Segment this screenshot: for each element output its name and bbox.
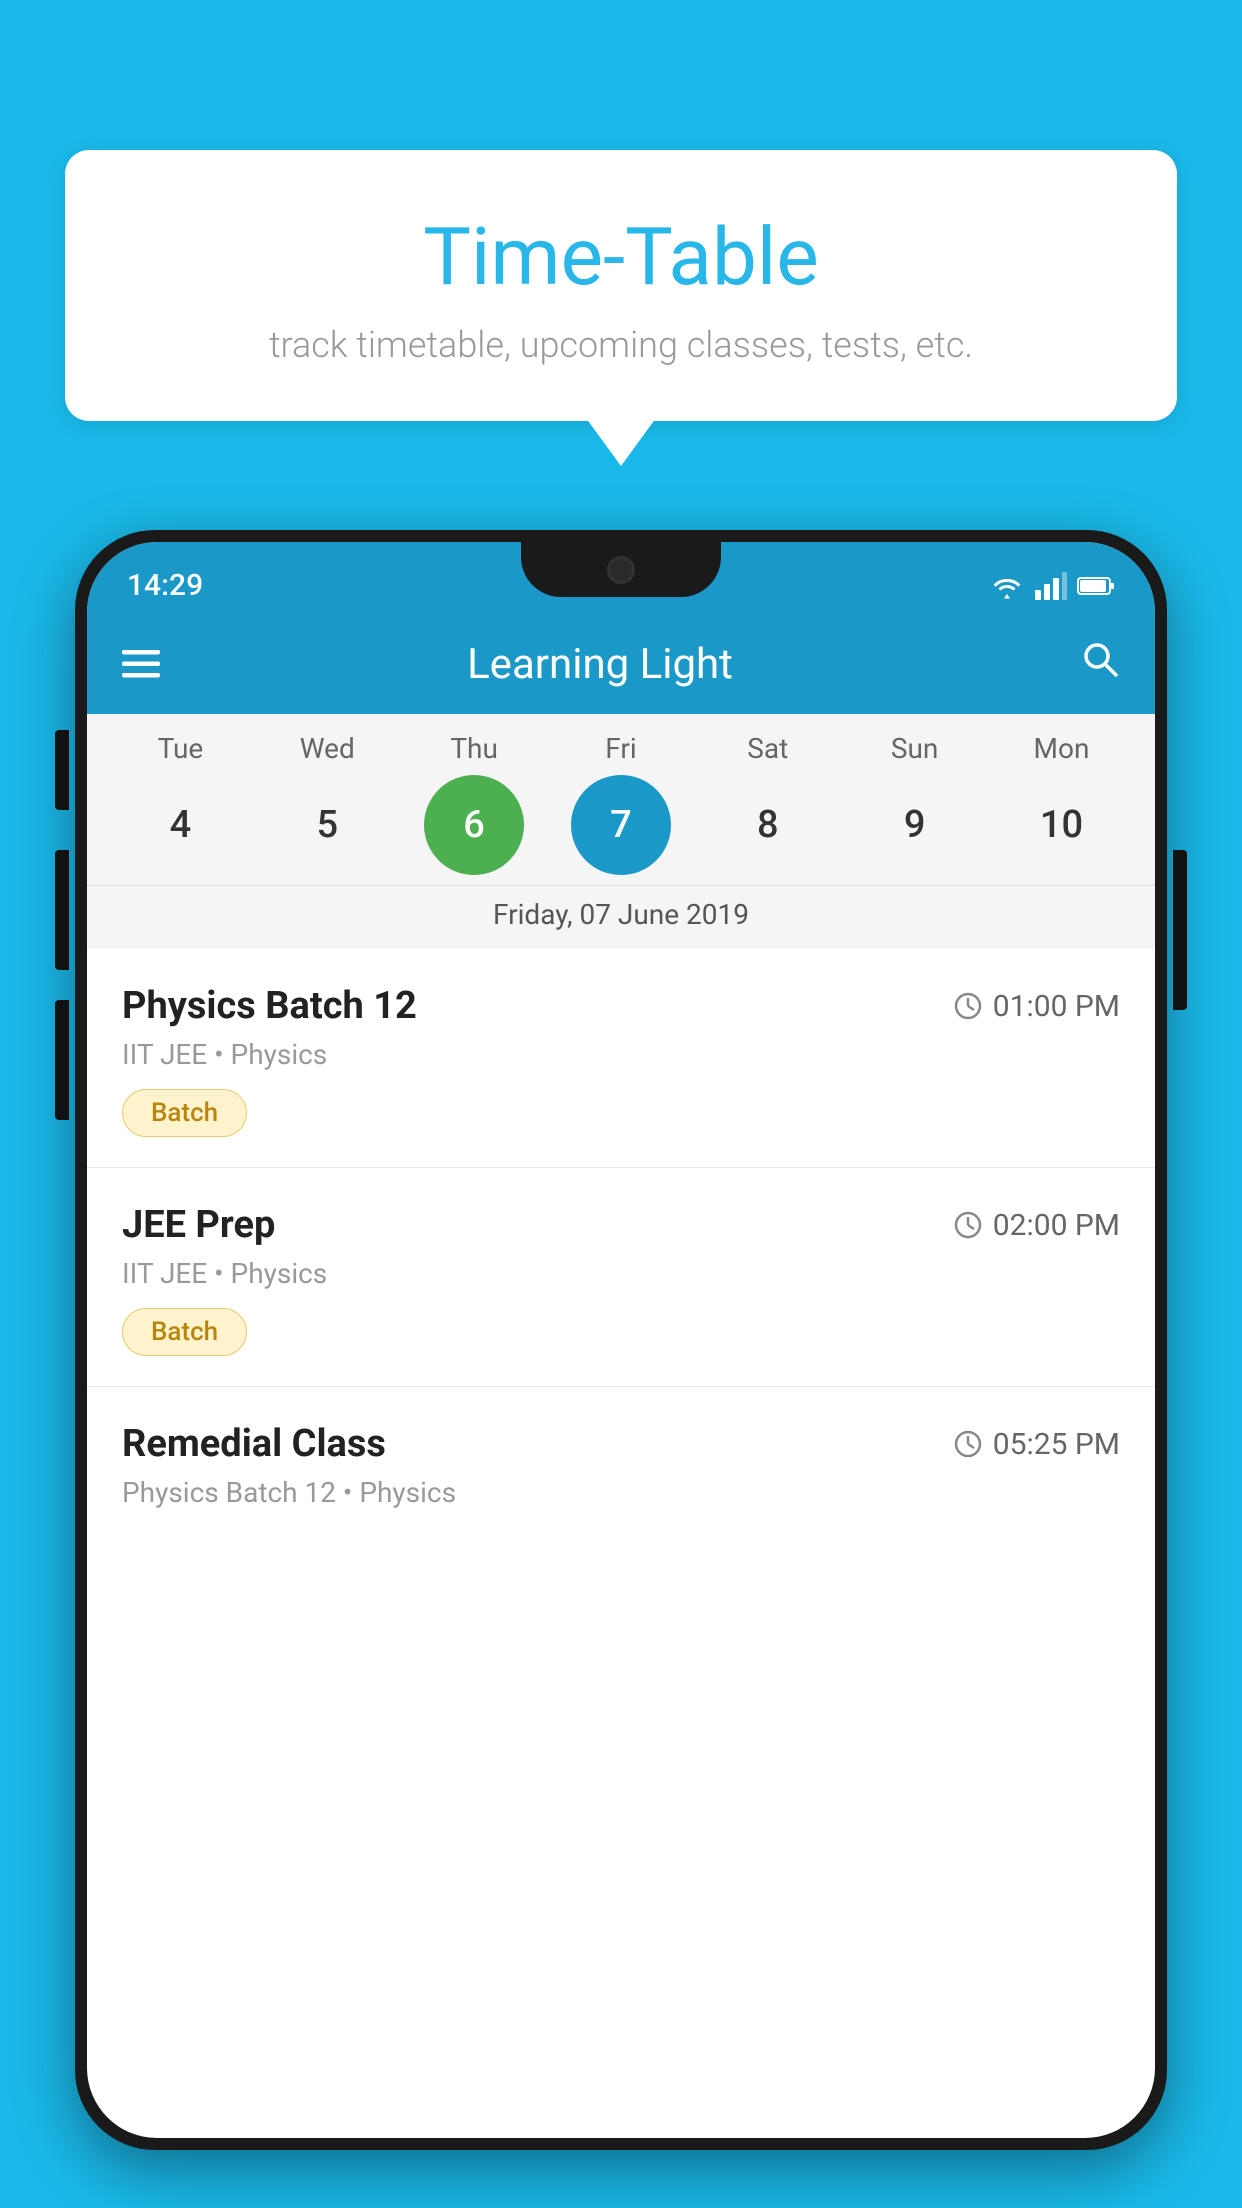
selected-date-label: Friday, 07 June 2019 [87, 885, 1155, 949]
phone-screen: 14:29 [87, 542, 1155, 2138]
status-icons [989, 572, 1115, 600]
schedule-item-3-title: Remedial Class [122, 1422, 386, 1466]
schedule-item-1[interactable]: Physics Batch 12 01:00 PM IIT JEE • Phys… [87, 949, 1155, 1168]
battery-icon [1077, 575, 1115, 597]
clock-icon-1 [953, 991, 983, 1021]
schedule-item-1-title: Physics Batch 12 [122, 984, 417, 1028]
wifi-icon [989, 572, 1025, 600]
calendar-week: Tue Wed Thu Fri Sat Sun Mon 4 5 6 7 8 9 … [87, 714, 1155, 949]
schedule-item-2-meta: IIT JEE • Physics [122, 1257, 1120, 1290]
day-6-today[interactable]: 6 [424, 775, 524, 875]
day-names-row: Tue Wed Thu Fri Sat Sun Mon [87, 732, 1155, 765]
day-9[interactable]: 9 [865, 775, 965, 875]
speech-bubble-container: Time-Table track timetable, upcoming cla… [65, 150, 1177, 421]
day-8[interactable]: 8 [718, 775, 818, 875]
day-10[interactable]: 10 [1011, 775, 1111, 875]
app-header: Learning Light [87, 614, 1155, 714]
schedule-item-2[interactable]: JEE Prep 02:00 PM IIT JEE • Physics Batc… [87, 1168, 1155, 1387]
bubble-title: Time-Table [115, 210, 1127, 304]
day-name-mon: Mon [1001, 732, 1121, 765]
day-5[interactable]: 5 [277, 775, 377, 875]
phone-mockup: 14:29 [75, 530, 1167, 2208]
day-4[interactable]: 4 [130, 775, 230, 875]
front-camera [607, 556, 635, 584]
schedule-item-3[interactable]: Remedial Class 05:25 PM Physics Batch 12… [87, 1387, 1155, 1557]
phone-outer: 14:29 [75, 530, 1167, 2150]
day-name-tue: Tue [120, 732, 240, 765]
schedule-item-1-time: 01:00 PM [953, 989, 1120, 1024]
schedule-item-3-meta: Physics Batch 12 • Physics [122, 1476, 1120, 1509]
speech-bubble: Time-Table track timetable, upcoming cla… [65, 150, 1177, 421]
schedule-item-1-badge: Batch [122, 1089, 247, 1137]
schedule-list: Physics Batch 12 01:00 PM IIT JEE • Phys… [87, 949, 1155, 1557]
day-7-selected[interactable]: 7 [571, 775, 671, 875]
clock-icon-2 [953, 1210, 983, 1240]
schedule-item-3-header: Remedial Class 05:25 PM [122, 1422, 1120, 1466]
schedule-item-2-title: JEE Prep [122, 1203, 275, 1247]
schedule-item-3-time-text: 05:25 PM [993, 1427, 1120, 1462]
clock-icon-3 [953, 1429, 983, 1459]
schedule-item-2-badge: Batch [122, 1308, 247, 1356]
app-title: Learning Light [150, 640, 1050, 689]
day-name-sat: Sat [708, 732, 828, 765]
schedule-item-1-header: Physics Batch 12 01:00 PM [122, 984, 1120, 1028]
signal-icon [1035, 572, 1067, 600]
day-name-sun: Sun [855, 732, 975, 765]
schedule-item-3-time: 05:25 PM [953, 1427, 1120, 1462]
day-name-wed: Wed [267, 732, 387, 765]
schedule-item-2-header: JEE Prep 02:00 PM [122, 1203, 1120, 1247]
status-time: 14:29 [127, 568, 203, 603]
day-name-fri: Fri [561, 732, 681, 765]
day-name-thu: Thu [414, 732, 534, 765]
search-icon[interactable] [1080, 639, 1120, 689]
schedule-item-1-time-text: 01:00 PM [993, 989, 1120, 1024]
schedule-item-2-time-text: 02:00 PM [993, 1208, 1120, 1243]
schedule-item-2-time: 02:00 PM [953, 1208, 1120, 1243]
day-numbers-row: 4 5 6 7 8 9 10 [87, 775, 1155, 875]
phone-notch [521, 542, 721, 597]
bubble-subtitle: track timetable, upcoming classes, tests… [115, 324, 1127, 366]
schedule-item-1-meta: IIT JEE • Physics [122, 1038, 1120, 1071]
